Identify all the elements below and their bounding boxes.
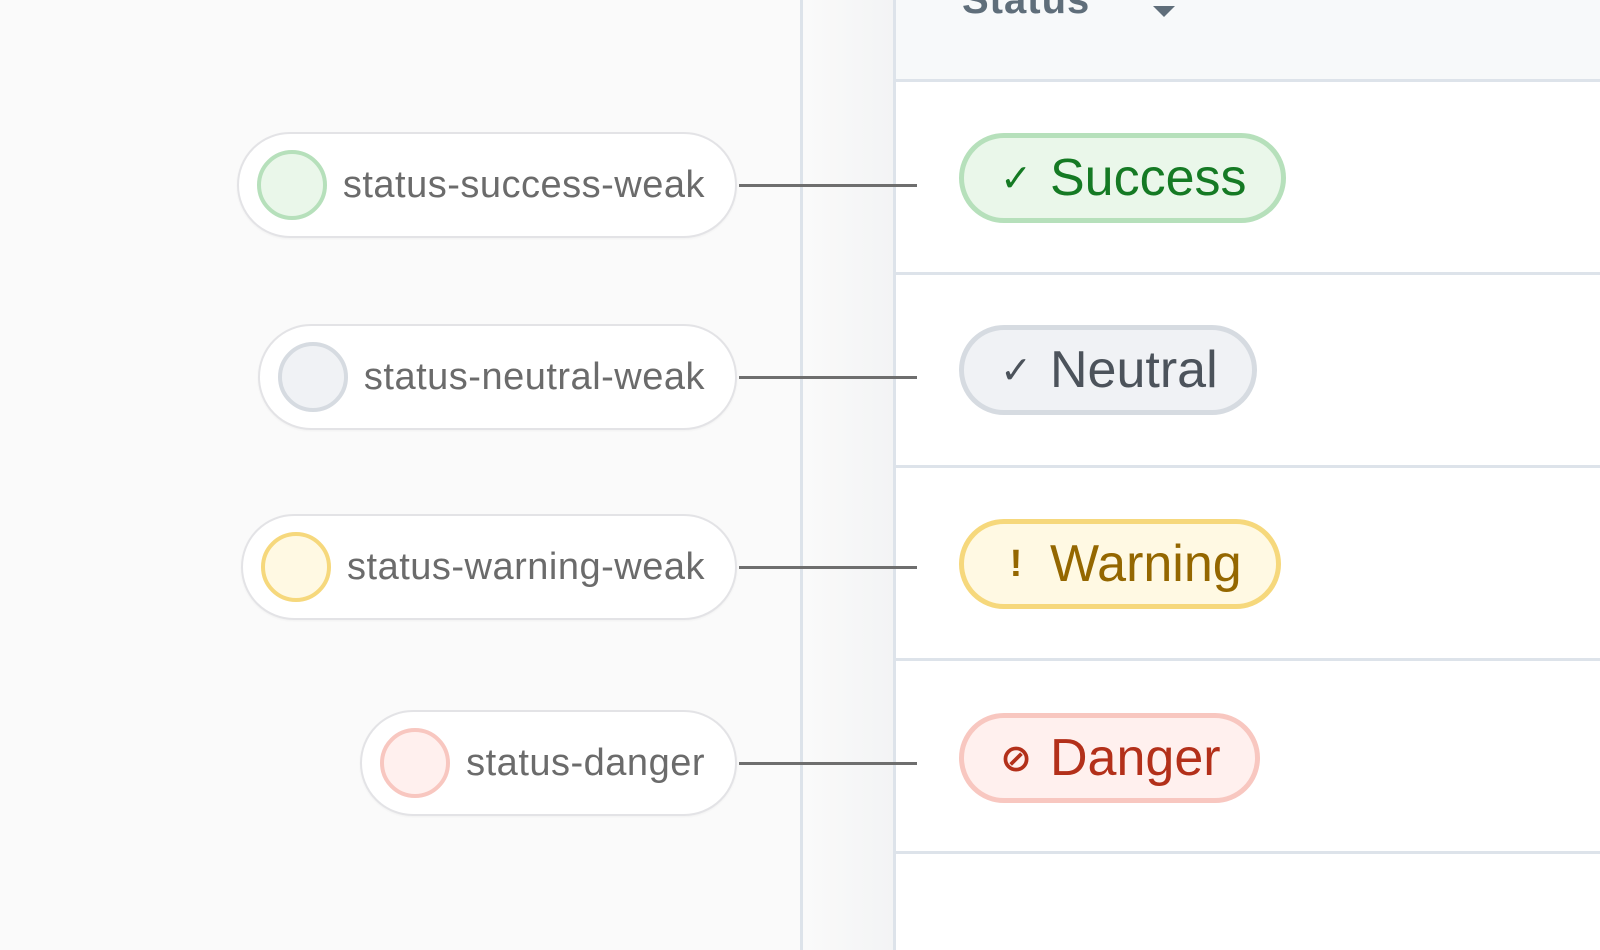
token-label: status-neutral-weak <box>257 324 737 430</box>
color-swatch <box>380 728 451 798</box>
check-icon: ✓ <box>1000 157 1032 200</box>
connector-line <box>739 566 917 569</box>
token-label: status-warning-weak <box>241 514 737 620</box>
color-swatch <box>256 150 327 220</box>
token-name: status-success-weak <box>342 163 705 206</box>
color-swatch <box>277 342 348 412</box>
connector-line <box>739 762 917 765</box>
token-label: status-danger <box>360 710 737 816</box>
status-badge: ✓ Neutral <box>959 325 1257 415</box>
badge-label: Danger <box>1050 729 1221 787</box>
status-badge: ✓ Success <box>959 133 1286 223</box>
badge-label: Success <box>1050 149 1247 207</box>
check-icon: ✓ <box>1000 349 1032 392</box>
status-badge: ! Warning <box>959 519 1281 609</box>
table-header: Status <box>896 0 1600 82</box>
exclamation-icon: ! <box>1009 542 1023 585</box>
token-name: status-neutral-weak <box>363 355 705 398</box>
prohibited-icon: ⊘ <box>1000 737 1032 780</box>
status-badge: ⊘ Danger <box>959 713 1260 803</box>
row-divider <box>896 465 1600 468</box>
connector-line <box>739 184 917 187</box>
token-name: status-warning-weak <box>347 545 705 588</box>
row-divider <box>896 658 1600 661</box>
badge-label: Warning <box>1050 535 1242 593</box>
column-header-status[interactable]: Status <box>962 0 1090 23</box>
row-divider <box>896 272 1600 275</box>
row-divider <box>896 851 1600 854</box>
caret-down-icon[interactable] <box>1153 6 1175 17</box>
badge-label: Neutral <box>1050 341 1218 399</box>
connector-line <box>739 376 917 379</box>
token-name: status-danger <box>466 741 705 784</box>
table-gutter <box>803 0 893 950</box>
token-label: status-success-weak <box>236 132 737 238</box>
color-swatch <box>261 532 332 602</box>
